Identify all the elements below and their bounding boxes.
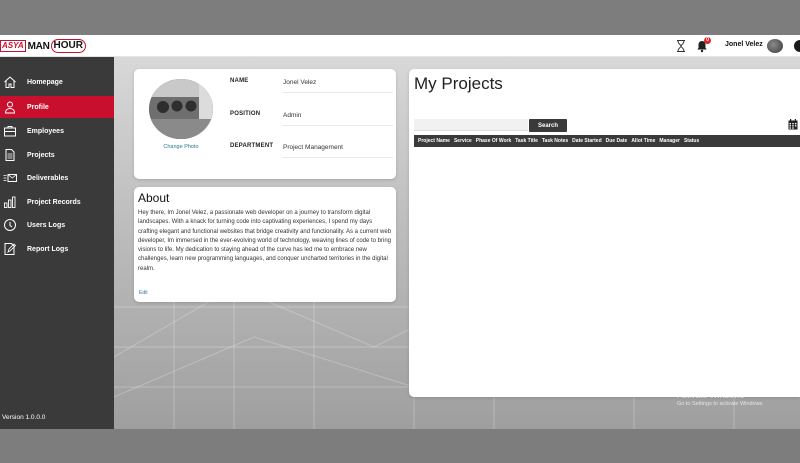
profile-icon — [3, 100, 17, 114]
about-card: About Hey there, Im Jonel Velez, a passi… — [134, 187, 396, 302]
chevron-down-icon[interactable] — [794, 40, 800, 52]
sidebar-item-project-records[interactable]: Project Records — [0, 191, 114, 213]
home-icon — [3, 75, 17, 89]
top-bar: ASYA MAN HOUR 0 Jonel Velez — [0, 35, 800, 57]
edit-about-link[interactable]: Edit — [139, 290, 148, 296]
calendar-icon[interactable] — [788, 119, 798, 130]
bar-chart-icon — [3, 195, 17, 209]
sidebar-item-label: Homepage — [27, 78, 63, 86]
main-content: Change Photo NAME Jonel Velez POSITION A… — [114, 57, 800, 429]
mail-list-icon — [3, 171, 17, 185]
user-avatar[interactable] — [767, 39, 783, 53]
column-header[interactable]: Allot Time — [627, 138, 655, 144]
logo-man: MAN — [27, 40, 50, 52]
clock-icon — [3, 218, 17, 232]
column-header[interactable]: Date Started — [568, 138, 601, 144]
sidebar-item-report-logs[interactable]: Report Logs — [0, 238, 114, 260]
sidebar-item-label: Deliverables — [27, 174, 69, 182]
search-button[interactable]: Search — [529, 119, 567, 132]
briefcase-icon — [3, 124, 17, 138]
department-label: DEPARTMENT — [230, 143, 274, 149]
position-label: POSITION — [230, 111, 261, 117]
sidebar-item-label: Users Logs — [27, 221, 66, 229]
about-title: About — [138, 191, 170, 205]
sidebar: Homepage Profile Employees Projects Deli… — [0, 57, 114, 429]
sidebar-item-homepage[interactable]: Homepage — [0, 71, 114, 93]
column-header[interactable]: Status — [680, 138, 699, 144]
column-header[interactable]: Service — [450, 138, 472, 144]
column-header[interactable]: Task Title — [511, 138, 538, 144]
sidebar-item-employees[interactable]: Employees — [0, 120, 114, 142]
app-logo[interactable]: ASYA MAN HOUR — [0, 38, 86, 54]
profile-card: Change Photo NAME Jonel Velez POSITION A… — [134, 69, 396, 179]
sidebar-item-deliverables[interactable]: Deliverables — [0, 167, 114, 189]
column-header[interactable]: Task Notes — [538, 138, 568, 144]
divider — [283, 125, 393, 126]
divider — [283, 92, 393, 93]
projects-table-header: Project Name Service Phase Of Work Task … — [414, 135, 800, 147]
name-label: NAME — [230, 78, 249, 84]
sidebar-item-label: Employees — [27, 127, 64, 135]
sidebar-item-projects[interactable]: Projects — [0, 144, 114, 166]
column-header[interactable]: Project Name — [414, 138, 450, 144]
column-header[interactable]: Due Date — [602, 138, 628, 144]
notification-badge: 0 — [704, 37, 711, 44]
column-header[interactable]: Phase Of Work — [472, 138, 511, 144]
sidebar-item-label: Profile — [27, 103, 49, 111]
sidebar-item-label: Projects — [27, 151, 55, 159]
search-input[interactable] — [414, 119, 528, 131]
about-text: Hey there, Im Jonel Velez, a passionate … — [138, 210, 392, 272]
edit-report-icon — [3, 242, 17, 256]
username-label[interactable]: Jonel Velez — [725, 41, 763, 48]
department-value: Project Management — [283, 144, 343, 151]
divider — [283, 157, 393, 158]
logo-asya: ASYA — [0, 40, 26, 52]
sidebar-item-profile[interactable]: Profile — [0, 96, 114, 118]
hourglass-icon[interactable] — [674, 39, 688, 53]
document-icon — [3, 148, 17, 162]
projects-title: My Projects — [414, 74, 503, 93]
projects-card: My Projects Search Project Name Service … — [409, 69, 800, 397]
name-value: Jonel Velez — [283, 79, 317, 86]
change-photo-link[interactable]: Change Photo — [144, 144, 218, 150]
profile-photo[interactable] — [149, 79, 213, 139]
app-window: ASYA MAN HOUR 0 Jonel Velez Homepage Pro… — [0, 35, 800, 429]
activate-windows-title: Activate Windows — [677, 390, 745, 400]
logo-hour: HOUR — [50, 39, 86, 53]
sidebar-item-label: Project Records — [27, 198, 81, 206]
version-label: Version 1.0.0.0 — [2, 414, 46, 421]
activate-windows-subtitle: Go to Settings to activate Windows. — [677, 401, 764, 407]
sidebar-item-users-logs[interactable]: Users Logs — [0, 214, 114, 236]
position-value: Admin — [283, 112, 302, 119]
sidebar-item-label: Report Logs — [27, 245, 69, 253]
column-header[interactable]: Manager — [655, 138, 680, 144]
